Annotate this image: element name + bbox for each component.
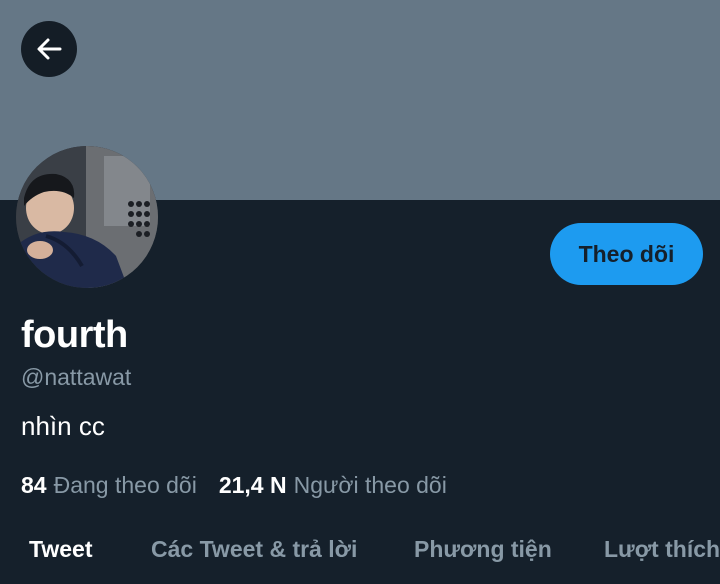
followers-count: 21,4 N bbox=[218, 472, 287, 498]
display-name: fourth bbox=[21, 314, 128, 356]
profile-bio: nhìn cc bbox=[21, 411, 105, 441]
arrow-left-icon bbox=[37, 38, 62, 60]
username-handle: @nattawat bbox=[21, 364, 132, 390]
profile-stats: 84 Đang theo dõi 21,4 N Người theo dõi bbox=[21, 472, 447, 499]
following-stat[interactable]: 84 Đang theo dõi bbox=[21, 472, 197, 499]
profile-tabs: Tweet Các Tweet & trả lời Phương tiện Lư… bbox=[0, 520, 720, 584]
avatar[interactable] bbox=[16, 146, 158, 288]
follow-button[interactable]: Theo dõi bbox=[550, 223, 703, 285]
followers-label: Người theo dõi bbox=[293, 472, 447, 498]
followers-stat[interactable]: 21,4 N Người theo dõi bbox=[219, 472, 447, 499]
following-label: Đang theo dõi bbox=[53, 472, 197, 498]
tab-tweets[interactable]: Tweet bbox=[29, 536, 92, 563]
tab-tweets-and-replies[interactable]: Các Tweet & trả lời bbox=[151, 536, 357, 563]
back-button[interactable] bbox=[21, 21, 77, 77]
following-count: 84 bbox=[21, 472, 47, 498]
avatar-photo bbox=[16, 146, 158, 288]
tab-media[interactable]: Phương tiện bbox=[414, 536, 552, 563]
tab-likes[interactable]: Lượt thích bbox=[604, 536, 720, 563]
